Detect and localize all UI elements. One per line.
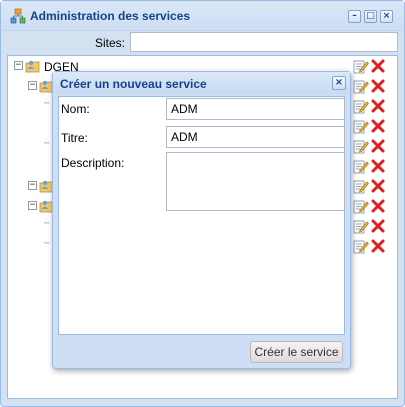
- dialog-form: Nom: Titre: Description:: [58, 96, 345, 335]
- tree-line-icon: ─: [43, 139, 50, 149]
- sites-label: Sites:: [94, 36, 125, 50]
- edit-icon[interactable]: [353, 238, 369, 254]
- delete-icon[interactable]: [371, 139, 385, 153]
- create-service-dialog: Créer un nouveau service × Nom: Titre: D…: [52, 71, 351, 369]
- tree-line-icon: ─: [43, 239, 50, 249]
- nom-input[interactable]: [166, 98, 345, 120]
- window-title: Administration des services: [30, 9, 191, 23]
- edit-icon[interactable]: [353, 198, 369, 214]
- edit-icon[interactable]: [353, 58, 369, 74]
- edit-icon[interactable]: [353, 218, 369, 234]
- delete-icon[interactable]: [371, 179, 385, 193]
- maximize-icon[interactable]: □: [364, 10, 377, 23]
- delete-icon[interactable]: [371, 59, 385, 73]
- tree-line-icon: ─: [43, 219, 50, 229]
- delete-icon[interactable]: [371, 99, 385, 113]
- dialog-title: Créer un nouveau service: [60, 77, 207, 91]
- collapse-icon[interactable]: −: [28, 201, 37, 210]
- close-icon[interactable]: ×: [380, 10, 393, 23]
- edit-icon[interactable]: [353, 158, 369, 174]
- minimize-icon[interactable]: –: [348, 10, 361, 23]
- sites-filter-bar: Sites:: [7, 30, 398, 54]
- nom-label: Nom:: [61, 102, 90, 116]
- edit-icon[interactable]: [353, 118, 369, 134]
- edit-icon[interactable]: [353, 98, 369, 114]
- titre-label: Titre:: [61, 131, 88, 145]
- collapse-icon[interactable]: −: [14, 61, 23, 70]
- sites-input[interactable]: [130, 32, 398, 52]
- edit-icon[interactable]: [353, 78, 369, 94]
- delete-icon[interactable]: [371, 199, 385, 213]
- tree-line-icon: ─: [43, 99, 50, 109]
- delete-icon[interactable]: [371, 79, 385, 93]
- delete-icon[interactable]: [371, 159, 385, 173]
- window-title-bar[interactable]: Administration des services – □ ×: [1, 1, 404, 31]
- dialog-footer: Créer le service: [53, 335, 350, 368]
- delete-icon[interactable]: [371, 119, 385, 133]
- dialog-title-bar[interactable]: Créer un nouveau service ×: [53, 72, 350, 94]
- collapse-icon[interactable]: −: [28, 181, 37, 190]
- titre-input[interactable]: [166, 126, 345, 148]
- group-folder-icon: [25, 60, 40, 73]
- create-service-button[interactable]: Créer le service: [250, 341, 343, 363]
- org-chart-icon: [10, 8, 26, 24]
- description-label: Description:: [61, 156, 125, 170]
- edit-icon[interactable]: [353, 138, 369, 154]
- delete-icon[interactable]: [371, 239, 385, 253]
- delete-icon[interactable]: [371, 219, 385, 233]
- description-textarea[interactable]: [166, 152, 345, 211]
- close-icon[interactable]: ×: [332, 76, 346, 90]
- edit-icon[interactable]: [353, 178, 369, 194]
- collapse-icon[interactable]: −: [28, 81, 37, 90]
